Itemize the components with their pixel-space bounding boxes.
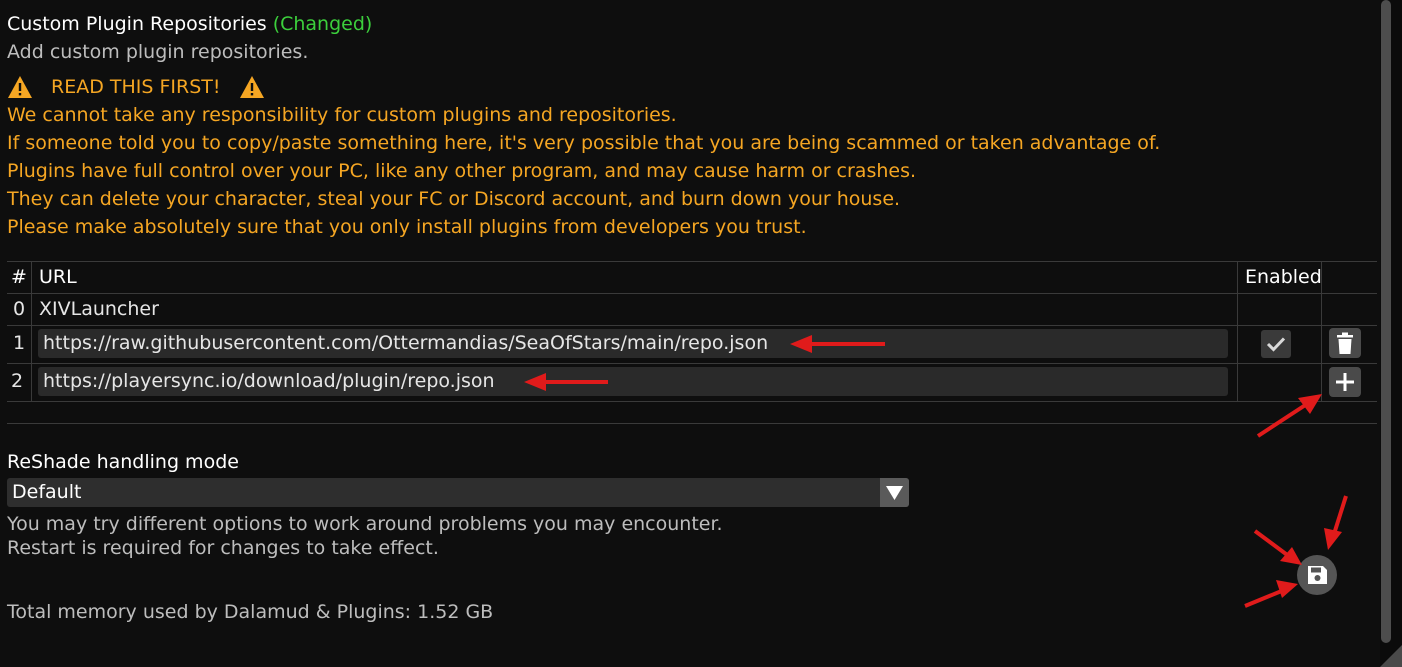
section-title: Custom Plugin Repositories (Changed) bbox=[7, 12, 372, 36]
header-url: URL bbox=[39, 266, 77, 288]
reshade-mode-value: Default bbox=[12, 481, 82, 503]
memory-usage: Total memory used by Dalamud & Plugins: … bbox=[7, 601, 494, 623]
table-divider bbox=[7, 363, 1377, 364]
header-index: # bbox=[11, 266, 27, 288]
reshade-label: ReShade handling mode bbox=[7, 451, 239, 473]
warning-line: If someone told you to copy/paste someth… bbox=[7, 132, 1161, 154]
chevron-down-icon bbox=[886, 486, 903, 500]
warning-line: Please make absolutely sure that you onl… bbox=[7, 216, 807, 238]
settings-panel: Custom Plugin Repositories (Changed) Add … bbox=[0, 0, 1380, 667]
row-index: 0 bbox=[13, 298, 26, 320]
repo-url-input[interactable]: https://playersync.io/download/plugin/re… bbox=[38, 367, 1228, 396]
warning-line: They can delete your character, steal yo… bbox=[7, 188, 901, 210]
warning-heading: READ THIS FIRST! bbox=[7, 75, 265, 99]
resize-grip-icon[interactable] bbox=[1380, 645, 1402, 667]
plus-icon bbox=[1336, 373, 1354, 391]
changed-tag: (Changed) bbox=[272, 13, 373, 35]
column-divider bbox=[31, 261, 32, 401]
annotation-arrow-icon bbox=[1244, 580, 1298, 608]
reshade-hint: You may try different options to work ar… bbox=[7, 513, 723, 535]
reshade-hint: Restart is required for changes to take … bbox=[7, 537, 439, 559]
section-title-text: Custom Plugin Repositories bbox=[7, 13, 267, 35]
warning-icon bbox=[8, 76, 32, 98]
annotation-arrow-icon bbox=[1253, 529, 1302, 565]
add-repo-button[interactable] bbox=[1329, 367, 1361, 397]
table-divider bbox=[7, 401, 1377, 402]
delete-repo-button[interactable] bbox=[1329, 328, 1361, 358]
warning-line: We cannot take any responsibility for cu… bbox=[7, 104, 677, 126]
dropdown-arrow-button[interactable] bbox=[880, 478, 909, 507]
enabled-checkbox[interactable] bbox=[1261, 330, 1291, 358]
column-divider bbox=[1237, 261, 1238, 401]
repo-url-static: XIVLauncher bbox=[39, 298, 159, 320]
warning-icon bbox=[239, 76, 264, 98]
warning-heading-text: READ THIS FIRST! bbox=[51, 76, 221, 98]
section-subtitle: Add custom plugin repositories. bbox=[7, 41, 309, 63]
table-divider bbox=[7, 293, 1377, 294]
checkmark-icon bbox=[1266, 337, 1286, 352]
section-divider bbox=[7, 423, 1377, 424]
annotation-arrow-icon bbox=[1324, 495, 1348, 550]
annotation-arrow-icon bbox=[524, 373, 608, 391]
row-index: 1 bbox=[13, 332, 26, 354]
table-divider bbox=[7, 261, 1377, 262]
table-divider bbox=[7, 325, 1377, 326]
annotation-arrow-icon bbox=[790, 335, 885, 353]
trash-icon bbox=[1337, 332, 1353, 354]
repo-url-input[interactable]: https://raw.githubusercontent.com/Otterm… bbox=[38, 329, 1228, 358]
header-enabled: Enabled bbox=[1245, 266, 1322, 288]
warning-line: Plugins have full control over your PC, … bbox=[7, 160, 917, 182]
reshade-mode-select[interactable]: Default bbox=[7, 478, 909, 507]
row-index: 2 bbox=[11, 370, 24, 392]
annotation-arrow-icon bbox=[1256, 394, 1322, 438]
scrollbar-thumb[interactable] bbox=[1381, 0, 1391, 643]
